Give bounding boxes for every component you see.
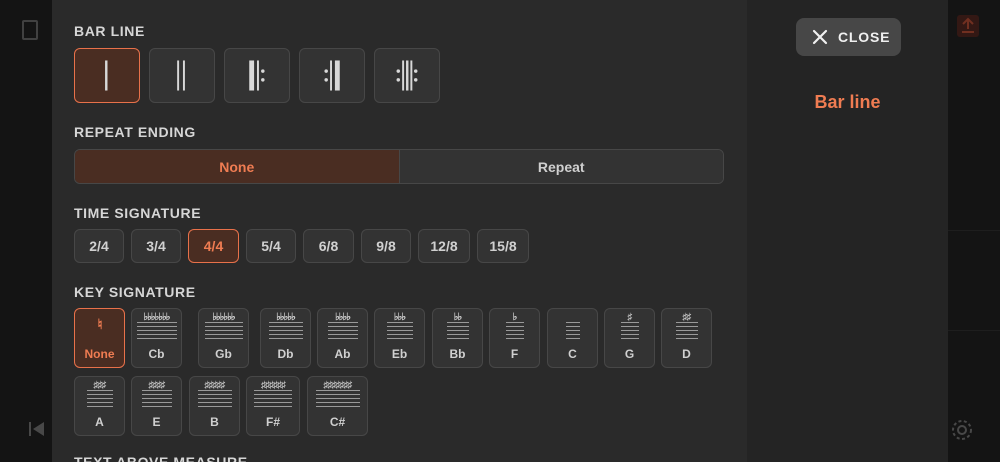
key-label: C# (329, 415, 346, 429)
flats-icon: ♭♭♭♭♭♭ (212, 312, 235, 323)
flats-icon: ♭♭ (453, 312, 462, 323)
time-signature-option-selected[interactable]: 4/4 (188, 229, 239, 263)
bar-line-heading: BAR LINE (74, 23, 145, 39)
key-label: E (152, 415, 161, 429)
bar-line-double-button[interactable] (149, 48, 215, 103)
repeat-ending-repeat-option[interactable]: Repeat (398, 150, 723, 183)
key-label: F (510, 347, 519, 361)
close-button[interactable]: CLOSE (796, 18, 901, 56)
key-label: B (210, 415, 219, 429)
key-label: C (568, 347, 577, 361)
key-signature-button[interactable]: ♯♯♯♯♯♯♯ C# (307, 376, 368, 436)
sharps-icon: ♯♯♯ (93, 380, 107, 391)
time-signature-option[interactable]: 6/8 (303, 229, 354, 263)
key-signature-button[interactable]: C (547, 308, 598, 368)
sharps-icon: ♯♯♯♯ (148, 380, 166, 391)
key-label: A (95, 415, 104, 429)
key-signature-none-button[interactable]: ♮ None (74, 308, 125, 368)
sharps-icon: ♯♯♯♯♯♯♯ (323, 380, 353, 391)
key-label: Eb (391, 347, 408, 361)
flats-icon: ♭♭♭♭ (335, 312, 351, 323)
key-signature-button[interactable]: ♭♭♭ Eb (374, 308, 425, 368)
end-repeat-icon (324, 60, 340, 91)
sharp-icon: ♯ (627, 312, 633, 323)
key-label: Gb (215, 347, 232, 361)
bar-line-start-repeat-button[interactable] (224, 48, 290, 103)
key-signature-button[interactable]: ♯♯♯♯ E (131, 376, 182, 436)
key-label: None (84, 347, 115, 361)
upload-icon (957, 15, 979, 37)
key-label: Cb (148, 347, 165, 361)
key-signature-button[interactable]: ♯♯♯♯♯ B (189, 376, 240, 436)
time-signature-option[interactable]: 9/8 (361, 229, 411, 263)
key-signature-button[interactable]: ♭♭♭♭♭♭ Gb (198, 308, 249, 368)
key-label: F# (265, 415, 280, 429)
key-signature-button[interactable]: ♭♭♭♭♭ Db (260, 308, 311, 368)
side-panel-title: Bar line (814, 92, 881, 112)
key-signature-button[interactable]: ♯♯♯♯♯♯ F# (246, 376, 300, 436)
time-signature-option[interactable]: 3/4 (131, 229, 181, 263)
document-icon (22, 20, 38, 40)
single-barline-icon (105, 60, 108, 91)
time-signature-option[interactable]: 15/8 (477, 229, 529, 263)
end-start-repeat-icon (396, 60, 418, 91)
sharps-icon: ♯♯♯♯♯♯ (261, 380, 286, 391)
key-signature-heading: KEY SIGNATURE (74, 284, 196, 300)
double-barline-icon (177, 60, 185, 91)
time-signature-heading: TIME SIGNATURE (74, 205, 202, 221)
time-signature-option[interactable]: 12/8 (418, 229, 470, 263)
repeat-ending-segmented-control: None Repeat (74, 149, 724, 184)
repeat-ending-heading: REPEAT ENDING (74, 124, 196, 140)
key-signature-button[interactable]: ♯♯♯ A (74, 376, 125, 436)
sharps-icon: ♯♯♯♯♯ (204, 380, 226, 391)
key-label: D (682, 347, 691, 361)
close-button-label: CLOSE (838, 29, 891, 45)
bar-line-single-button[interactable] (74, 48, 140, 103)
key-label: Bb (449, 347, 466, 361)
flats-icon: ♭♭♭♭♭ (276, 312, 296, 323)
key-label: Ab (334, 347, 351, 361)
flats-icon: ♭♭♭♭♭♭♭ (143, 312, 170, 323)
key-signature-button[interactable]: ♯♯ D (661, 308, 712, 368)
skip-back-icon (29, 422, 44, 436)
staff-icon (565, 318, 580, 339)
measure-settings-panel: BAR LINE REPEAT ENDING None Repeat TIME … (52, 0, 747, 462)
side-panel (747, 0, 948, 462)
key-signature-button[interactable]: ♭♭ Bb (432, 308, 483, 368)
flat-icon: ♭ (512, 312, 518, 323)
bar-line-end-start-repeat-button[interactable] (374, 48, 440, 103)
settings-gear-icon (952, 420, 972, 440)
text-above-measure-heading: TEXT ABOVE MEASURE (74, 454, 248, 462)
key-signature-button[interactable]: ♭♭♭♭♭♭♭ Cb (131, 308, 182, 368)
flats-icon: ♭♭♭ (393, 312, 406, 323)
key-signature-button[interactable]: ♭♭♭♭ Ab (317, 308, 368, 368)
start-repeat-icon (249, 60, 265, 91)
key-label: Db (277, 347, 294, 361)
key-signature-button[interactable]: ♭ F (489, 308, 540, 368)
natural-sign-icon: ♮ (97, 316, 102, 332)
time-signature-option[interactable]: 5/4 (246, 229, 296, 263)
close-icon (812, 29, 828, 45)
sharps-icon: ♯♯ (682, 312, 692, 323)
repeat-ending-none-option[interactable]: None (75, 150, 399, 183)
time-signature-option[interactable]: 2/4 (74, 229, 124, 263)
key-signature-button[interactable]: ♯ G (604, 308, 655, 368)
key-label: G (624, 347, 635, 361)
bar-line-end-repeat-button[interactable] (299, 48, 365, 103)
